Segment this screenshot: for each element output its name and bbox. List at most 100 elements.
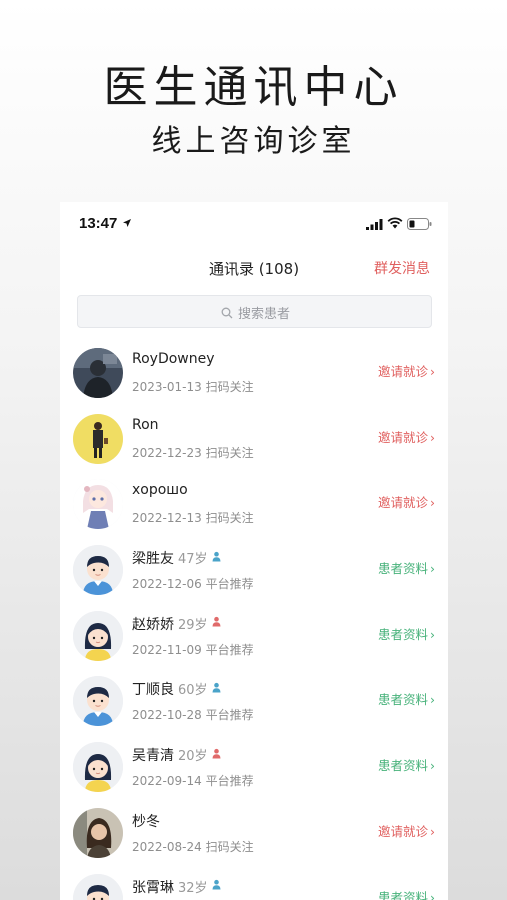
wifi-icon (387, 217, 403, 229)
status-time: 13:47 (79, 215, 118, 232)
female-icon (211, 747, 222, 763)
avatar[interactable] (73, 676, 123, 727)
avatar[interactable] (73, 479, 123, 530)
avatar[interactable] (73, 742, 123, 793)
contact-name-line: 梁胜友 47岁 (132, 548, 222, 568)
contact-source: 平台推荐 (205, 642, 254, 657)
contact-row[interactable]: 杪冬 2022-08-24 扫码关注 邀请就诊 › (60, 802, 448, 868)
invite-visit-button[interactable]: 邀请就诊 › (378, 361, 435, 380)
contact-name: RoyDowney (132, 351, 215, 367)
chevron-right-icon: › (430, 758, 435, 774)
invite-visit-button[interactable]: 邀请就诊 › (378, 821, 435, 840)
contact-source: 扫码关注 (205, 511, 254, 526)
cellular-signal-icon (366, 219, 383, 230)
contact-source: 平台推荐 (205, 708, 254, 723)
contact-name: 赵娇娇 (132, 616, 174, 633)
hero-subtitle: 线上咨询诊室 (151, 124, 356, 159)
battery-icon (407, 218, 432, 230)
avatar[interactable] (73, 348, 123, 398)
chevron-right-icon: › (430, 561, 435, 577)
action-label: 邀请就诊 (377, 364, 428, 379)
avatar[interactable] (73, 807, 123, 858)
contact-row[interactable]: 丁顺良 60岁 2022-10-28 平台推荐 患者资料 › (60, 670, 448, 736)
contact-date: 2022-11-09 (132, 642, 202, 657)
contact-name-line: Ron (132, 417, 159, 433)
contact-age: 20岁 (178, 749, 208, 765)
patient-profile-button[interactable]: 患者资料 › (378, 755, 435, 774)
action-label: 邀请就诊 (377, 429, 428, 445)
action-label: 邀请就诊 (377, 823, 428, 839)
avatar[interactable] (73, 873, 123, 900)
contact-row[interactable]: 吴青清 20岁 2022-09-14 平台推荐 患者资料 › (60, 736, 448, 802)
avatar[interactable] (73, 413, 123, 464)
action-label: 邀请就诊 (377, 495, 428, 511)
location-arrow-icon (123, 219, 131, 227)
contact-name: 张霄琳 (132, 879, 174, 896)
search-input[interactable]: 搜索患者 (77, 295, 432, 328)
male-icon (211, 878, 222, 894)
contact-name: 丁顺良 (132, 682, 174, 699)
contact-meta: 2022-12-13 扫码关注 (132, 509, 254, 526)
contact-age: 60岁 (178, 683, 208, 699)
patient-profile-button[interactable]: 患者资料 › (378, 689, 435, 708)
action-label: 患者资料 (377, 626, 428, 642)
contact-name: 梁胜友 (132, 551, 174, 568)
nav-bar: 通讯录 (108) 群发消息 (60, 250, 448, 284)
contact-source: 平台推荐 (205, 577, 254, 592)
patient-profile-button[interactable]: 患者资料 › (378, 624, 435, 643)
search-placeholder: 搜索患者 (237, 307, 290, 322)
chevron-right-icon: › (430, 692, 435, 708)
male-icon (211, 550, 222, 566)
chevron-right-icon: › (430, 823, 435, 839)
contact-name-line: 吴青清 20岁 (132, 745, 222, 765)
action-label: 患者资料 (377, 889, 428, 900)
contact-name: хорошо (132, 482, 188, 499)
contact-name: Ron (132, 416, 159, 433)
chevron-right-icon: › (430, 495, 435, 511)
contact-row[interactable]: 张霄琳 32岁 患者资料 › (60, 868, 448, 900)
chevron-right-icon: › (430, 364, 435, 379)
contact-row[interactable]: хорошо 2022-12-13 扫码关注 邀请就诊 › (60, 473, 448, 539)
contact-date: 2022-12-23 (132, 445, 202, 460)
patient-profile-button[interactable]: 患者资料 › (378, 887, 435, 900)
contact-name-line: 杪冬 (132, 811, 160, 831)
contact-name: 杪冬 (132, 813, 160, 830)
chevron-right-icon: › (430, 429, 435, 445)
contact-meta: 2022-12-23 扫码关注 (132, 444, 254, 461)
phone-screen: 13:47 通讯录 (108) 群发消息 搜索患者 RoyDowney 2023… (60, 202, 448, 900)
contact-row[interactable]: RoyDowney 2023-01-13 扫码关注 邀请就诊 › (60, 342, 448, 408)
contact-name-line: RoyDowney (132, 351, 215, 367)
contact-age: 29岁 (178, 617, 208, 633)
contact-row[interactable]: 赵娇娇 29岁 2022-11-09 平台推荐 患者资料 › (60, 605, 448, 671)
contact-source: 扫码关注 (205, 380, 254, 394)
contact-date: 2022-12-13 (132, 511, 202, 526)
contact-meta: 2022-09-14 平台推荐 (132, 772, 254, 789)
contact-row[interactable]: 梁胜友 47岁 2022-12-06 平台推荐 患者资料 › (60, 539, 448, 605)
contact-source: 平台推荐 (205, 774, 254, 789)
chevron-right-icon: › (430, 626, 435, 642)
patient-profile-button[interactable]: 患者资料 › (378, 558, 435, 577)
contact-source: 扫码关注 (205, 839, 254, 854)
contact-date: 2022-10-28 (132, 708, 202, 723)
status-bar: 13:47 (60, 202, 448, 246)
invite-visit-button[interactable]: 邀请就诊 › (378, 427, 435, 446)
contact-date: 2022-08-24 (132, 839, 202, 854)
broadcast-message-button[interactable]: 群发消息 (374, 258, 430, 278)
contact-source: 扫码关注 (205, 445, 254, 460)
contact-age: 32岁 (178, 880, 208, 896)
contact-name-line: хорошо (132, 482, 188, 498)
female-icon (211, 615, 222, 631)
contact-date: 2022-09-14 (132, 774, 202, 789)
contact-date: 2023-01-13 (132, 380, 202, 394)
contact-list: RoyDowney 2023-01-13 扫码关注 邀请就诊 › Ron 2022-12-… (60, 342, 448, 900)
contact-meta: 2022-10-28 平台推荐 (132, 706, 254, 723)
contact-meta: 2022-11-09 平台推荐 (132, 641, 254, 658)
contact-meta: 2022-08-24 扫码关注 (132, 838, 254, 855)
contact-row[interactable]: Ron 2022-12-23 扫码关注 邀请就诊 › (60, 408, 448, 474)
action-label: 患者资料 (377, 758, 428, 774)
avatar[interactable] (73, 610, 123, 661)
contact-name-line: 丁顺良 60岁 (132, 679, 222, 699)
avatar[interactable] (73, 545, 123, 596)
contact-name-line: 张霄琳 32岁 (132, 877, 222, 897)
invite-visit-button[interactable]: 邀请就诊 › (378, 492, 435, 511)
